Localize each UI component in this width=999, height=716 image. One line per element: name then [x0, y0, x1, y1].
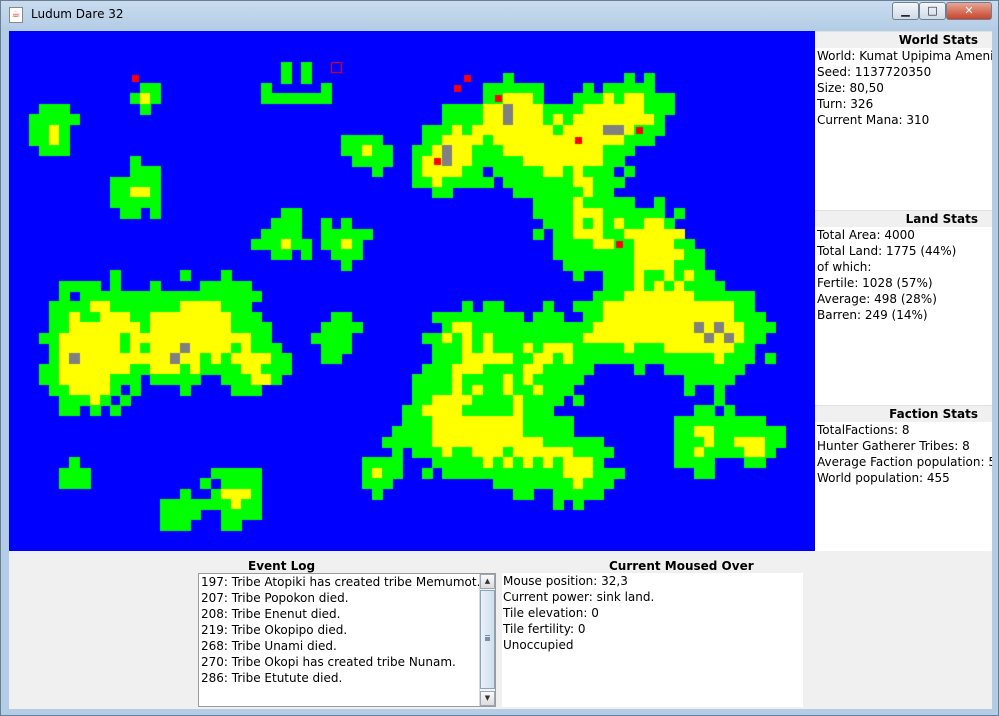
arrow-up-icon: ▲: [484, 577, 491, 585]
world-map[interactable]: [9, 31, 815, 551]
grip-icon: [485, 635, 490, 637]
tile-elevation: Tile elevation: 0: [503, 606, 599, 620]
event-log-entry: 207: Tribe Popokon died.: [201, 591, 349, 605]
event-log-title: Event Log: [248, 559, 316, 573]
minimize-button[interactable]: ▁: [892, 2, 919, 20]
world-size: Size: 80,50: [817, 81, 884, 95]
occupancy: Unoccupied: [503, 638, 574, 652]
barren-land: Barren: 249 (14%): [817, 308, 928, 322]
scroll-up-button[interactable]: ▲: [480, 574, 495, 589]
close-button[interactable]: ✕: [946, 2, 992, 20]
of-which-label: of which:: [817, 260, 872, 274]
event-log-entry: 197: Tribe Atopiki has created tribe Mem…: [201, 575, 481, 589]
mouse-position: Mouse position: 32,3: [503, 574, 628, 588]
tile-fertility: Tile fertility: 0: [503, 622, 586, 636]
world-stats-title: World Stats: [815, 31, 992, 48]
window-title: Ludum Dare 32: [31, 7, 124, 21]
scroll-thumb[interactable]: [480, 590, 495, 689]
close-icon: ✕: [964, 4, 974, 17]
current-mana: Current Mana: 310: [817, 113, 930, 127]
world-population: World population: 455: [817, 471, 950, 485]
world-name: World: Kumat Upipima Amenim: [817, 49, 992, 63]
event-log-entry: 286: Tribe Etutute died.: [201, 671, 343, 685]
world-seed: Seed: 1137720350: [817, 65, 932, 79]
faction-stats-title: Faction Stats: [815, 405, 992, 422]
land-stats-panel: Land Stats Total Area: 4000 Total Land: …: [815, 210, 992, 323]
moused-over-title: Current Moused Over: [609, 559, 754, 573]
app-window: ☕ Ludum Dare 32 ▁ □ ✕ World Stats World:…: [0, 0, 999, 716]
stats-sidebar: World Stats World: Kumat Upipima Amenim …: [815, 31, 992, 551]
land-stats-title: Land Stats: [815, 210, 992, 227]
faction-stats-panel: Faction Stats TotalFactions: 8 Hunter Ga…: [815, 405, 992, 486]
maximize-button[interactable]: □: [919, 2, 946, 20]
average-land: Average: 498 (28%): [817, 292, 937, 306]
moused-over-panel: Mouse position: 32,3 Current power: sink…: [502, 573, 803, 707]
client-area: World Stats World: Kumat Upipima Amenim …: [9, 31, 992, 709]
event-log-list[interactable]: 197: Tribe Atopiki has created tribe Mem…: [198, 573, 496, 707]
total-area: Total Area: 4000: [817, 228, 915, 242]
world-turn: Turn: 326: [817, 97, 874, 111]
title-bar[interactable]: ☕ Ludum Dare 32 ▁ □ ✕: [1, 1, 999, 29]
java-icon: ☕: [9, 7, 23, 23]
average-faction-population: Average Faction population: 56: [817, 455, 992, 469]
total-land: Total Land: 1775 (44%): [817, 244, 957, 258]
world-stats-panel: World Stats World: Kumat Upipima Amenim …: [815, 31, 992, 128]
event-log-entry: 268: Tribe Unami died.: [201, 639, 337, 653]
hunter-gatherer-tribes: Hunter Gatherer Tribes: 8: [817, 439, 970, 453]
scroll-down-button[interactable]: ▼: [480, 691, 495, 706]
fertile-land: Fertile: 1028 (57%): [817, 276, 933, 290]
event-log-entry: 219: Tribe Okopipo died.: [201, 623, 348, 637]
minimize-icon: ▁: [901, 4, 910, 17]
arrow-down-icon: ▼: [484, 694, 491, 702]
event-log-entry: 208: Tribe Enenut died.: [201, 607, 341, 621]
current-power: Current power: sink land.: [503, 590, 655, 604]
maximize-icon: □: [927, 4, 938, 17]
total-factions: TotalFactions: 8: [817, 423, 910, 437]
event-log-entry: 270: Tribe Okopi has created tribe Nunam…: [201, 655, 456, 669]
event-log-scrollbar[interactable]: ▲ ▼: [479, 574, 495, 706]
